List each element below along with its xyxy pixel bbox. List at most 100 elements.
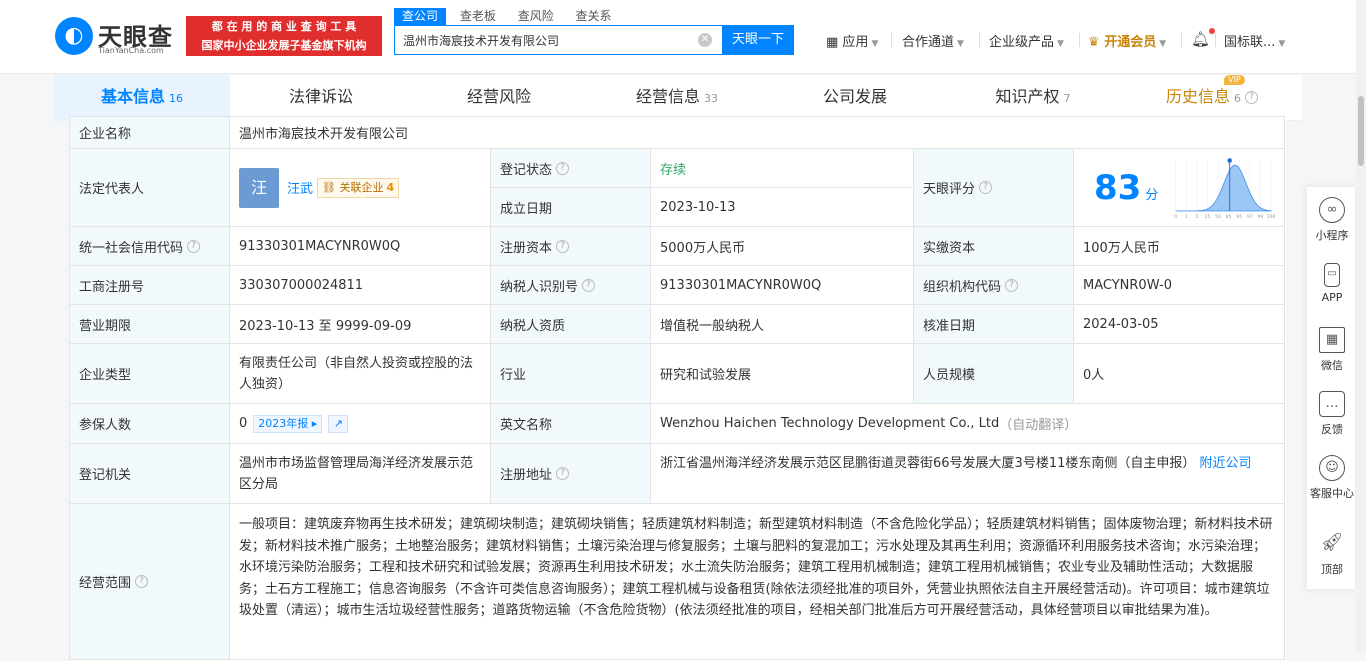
sidebar-top[interactable]: 🚀︎ 顶部 [1307, 531, 1357, 577]
value-score[interactable]: 83 分 0 1 5 15 50 85 95 97 99 100 [1073, 148, 1285, 227]
label-credit-code: 统一社会信用代码? [69, 226, 230, 266]
phone-icon: ▭ [1324, 263, 1340, 287]
chevron-down-icon: ▼ [957, 39, 964, 49]
help-icon[interactable]: ? [556, 161, 570, 175]
search-tab-company[interactable]: 查公司 [394, 8, 447, 25]
tab-operation[interactable]: 经营信息 33 [588, 75, 766, 121]
chevron-down-icon: ▼ [1159, 39, 1167, 49]
label-authority: 登记机关 [69, 443, 230, 504]
value-authority: 温州市市场监督管理局海洋经济发展示范区分局 [229, 443, 491, 504]
tick-label: 99 [1258, 214, 1264, 220]
label-est-date: 成立日期 [490, 187, 651, 227]
value-legal-rep: 汪 汪武 ⛓ 关联企业 4 [229, 148, 491, 227]
value-company-type: 有限责任公司（非自然人投资或控股的法人独资） [229, 343, 491, 404]
nearby-companies-link[interactable]: 附近公司 [1200, 456, 1252, 471]
qrcode-icon: ▦ [1319, 327, 1345, 353]
tick-label: 85 [1226, 214, 1232, 220]
rocket-icon: 🚀︎ [1320, 532, 1344, 553]
label-industry: 行业 [490, 343, 651, 404]
value-term: 2023-10-13 至 9999-09-09 [229, 304, 491, 344]
avatar[interactable]: 汪 [239, 167, 279, 208]
tab-development[interactable]: 公司发展 [766, 75, 944, 121]
value-address: 浙江省温州海洋经济发展示范区昆鹏街道灵蓉街66号发展大厦3号楼11楼东南侧（自主… [650, 443, 1285, 504]
sidebar-service[interactable]: ☺ 客服中心 [1307, 455, 1357, 501]
search-tabs: 查公司 查老板 查风险 查关系 [394, 8, 622, 25]
score-marker-dot [1227, 157, 1233, 163]
tab-risk[interactable]: 经营风险 [410, 75, 588, 121]
help-icon[interactable]: ? [556, 239, 570, 253]
legal-rep-link[interactable]: 汪武 [287, 178, 313, 197]
help-icon[interactable]: ? [1005, 278, 1019, 292]
sidebar-miniprogram[interactable]: ∞ 小程序 [1307, 197, 1357, 243]
tick-label: 50 [1215, 214, 1221, 220]
help-icon[interactable]: ? [1245, 91, 1258, 104]
nav-divider [891, 33, 892, 47]
nav-vip[interactable]: ♛ 开通会员 ▼ [1088, 31, 1166, 50]
tick-label: 97 [1247, 214, 1253, 220]
bell-icon[interactable]: 🔔︎ [1191, 30, 1210, 48]
chevron-down-icon: ▼ [871, 39, 879, 49]
help-icon[interactable]: ? [979, 181, 993, 194]
clear-icon[interactable]: ✕ [698, 33, 712, 47]
chevron-down-icon: ▼ [1057, 39, 1064, 49]
label-biz-reg: 工商注册号 [69, 265, 230, 305]
tick-label: 95 [1237, 214, 1243, 220]
value-reg-capital: 5000万人民币 [650, 226, 914, 266]
value-staff-size: 0人 [1073, 343, 1285, 404]
label-reg-capital: 注册资本? [490, 226, 651, 266]
score-value: 83 [1094, 167, 1142, 208]
label-score: 天眼评分? [913, 148, 1074, 227]
promo-banner[interactable]: 都 在 用 的 商 业 查 询 工 具 国家中小企业发展子基金旗下机构 [186, 16, 382, 56]
value-credit-code: 91330301MACYNR0W0Q [229, 226, 491, 266]
tab-legal[interactable]: 法律诉讼 [232, 75, 410, 121]
tab-basic-info[interactable]: 基本信息 16 [54, 75, 230, 121]
help-icon[interactable]: ? [582, 278, 596, 292]
sidebar-feedback[interactable]: … 反馈 [1307, 391, 1357, 437]
logo-icon: ◐ [55, 17, 93, 55]
search-tab-risk[interactable]: 查风险 [510, 8, 562, 25]
tick-label: 100 [1267, 214, 1275, 220]
value-insured: 0 2023年报 ▸ ↗ [229, 403, 491, 444]
nav-enterprise[interactable]: 企业级产品 ▼ [989, 31, 1064, 50]
logo-subtext: TianYanCha.com [98, 46, 164, 55]
value-approve-date: 2024-03-05 [1073, 304, 1285, 344]
help-icon[interactable]: ? [187, 239, 201, 253]
top-header: ◐ 天眼查 TianYanCha.com 都 在 用 的 商 业 查 询 工 具… [0, 0, 1366, 74]
help-icon[interactable]: ? [556, 467, 570, 480]
nav-user[interactable]: 国标联... ▼ [1224, 31, 1285, 50]
label-reg-status: 登记状态? [490, 148, 651, 188]
floating-sidebar: ∞ 小程序 ▭ APP ▦ 微信 … 反馈 ☺ 客服中心 🚀︎ 顶部 [1306, 186, 1356, 590]
search-tab-relation[interactable]: 查关系 [568, 8, 620, 25]
value-business-scope: 一般项目：建筑废弃物再生技术研发；建筑砌块制造；建筑砌块销售；轻质建筑材料制造；… [229, 503, 1285, 660]
miniprogram-icon: ∞ [1319, 197, 1345, 223]
label-org-code: 组织机构代码? [913, 265, 1074, 305]
search-tab-boss[interactable]: 查老板 [452, 8, 504, 25]
page-scrollbar[interactable] [1356, 0, 1366, 653]
help-icon[interactable]: ? [135, 575, 149, 588]
value-taxpayer-id: 91330301MACYNR0W0Q [650, 265, 914, 305]
value-taxpayer-qualification: 增值税一般纳税人 [650, 304, 914, 344]
scrollbar-thumb[interactable] [1358, 96, 1364, 166]
value-company-name: 温州市海宸技术开发有限公司 [229, 116, 1285, 149]
tab-history[interactable]: 历史信息 6? [1122, 75, 1302, 121]
label-company-type: 企业类型 [69, 343, 230, 404]
nav-divider [1215, 33, 1216, 47]
sidebar-wechat[interactable]: ▦ 微信 [1307, 327, 1357, 373]
tianyancha-logo[interactable]: ◐ 天眼查 TianYanCha.com [55, 15, 183, 59]
detail-tabbar: 基本信息 16 法律诉讼 经营风险 经营信息 33 公司发展 知识产权 7 历史信息 6… [54, 75, 1302, 121]
network-icon: ⛓ [322, 180, 340, 194]
score-distribution-chart: 0 1 5 15 50 85 95 97 99 100 [1175, 157, 1275, 220]
annual-report-badge[interactable]: 2023年报 ▸ [253, 414, 323, 433]
nav-channel[interactable]: 合作通道 ▼ [902, 31, 964, 50]
nav-divider [1079, 33, 1080, 47]
nav-apps[interactable]: ▦ 应用 ▼ [826, 31, 878, 50]
value-est-date: 2023-10-13 [650, 187, 914, 227]
trend-chart-icon[interactable]: ↗ [328, 414, 349, 433]
tab-ip[interactable]: 知识产权 7 [944, 75, 1122, 121]
related-company-badge[interactable]: ⛓ 关联企业 4 [317, 177, 400, 198]
search-input[interactable] [395, 26, 685, 54]
label-business-scope: 经营范围? [69, 503, 230, 660]
search-button[interactable]: 天眼一下 [722, 25, 794, 55]
tick-label: 5 [1196, 214, 1199, 220]
sidebar-app[interactable]: ▭ APP [1307, 263, 1357, 304]
